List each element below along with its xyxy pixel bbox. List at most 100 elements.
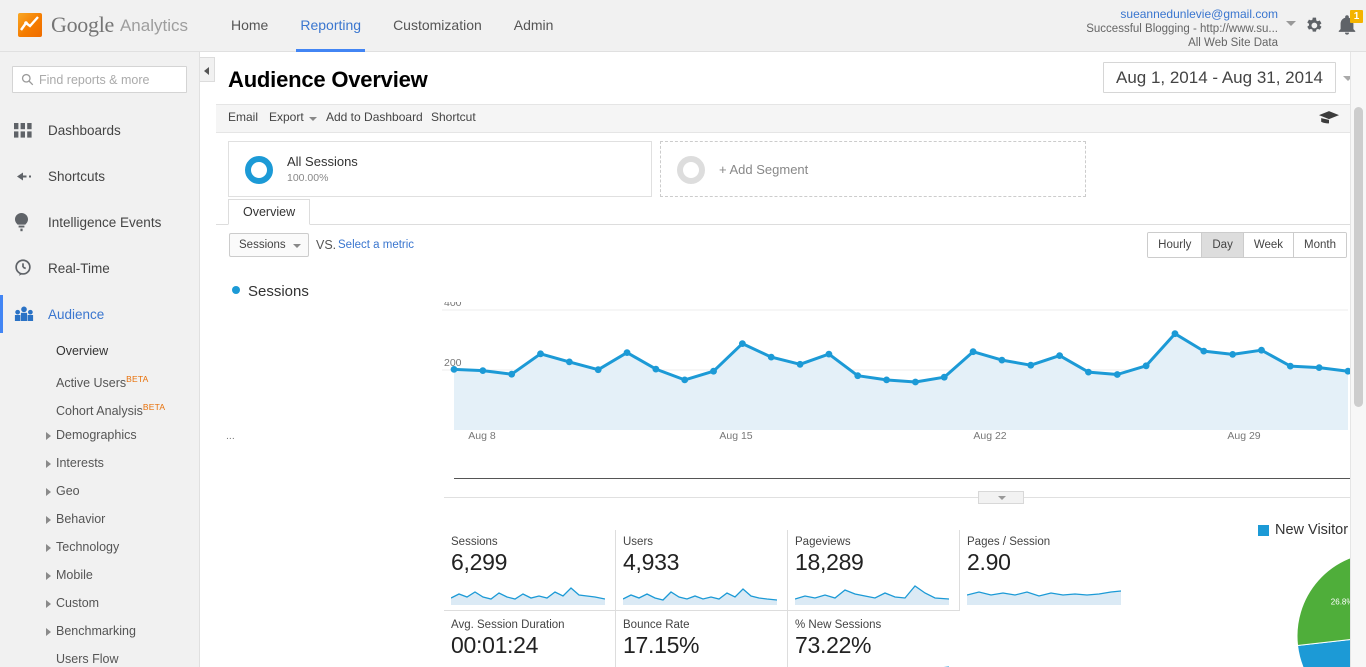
chevron-right-icon [46, 460, 51, 468]
sidebar-subitem-label: Custom [56, 596, 100, 610]
sidebar-subitem-geo[interactable]: Geo [0, 477, 199, 505]
nav-tab-admin[interactable]: Admin [498, 0, 570, 52]
export-button[interactable]: Export [269, 110, 304, 124]
main-nav: Home Reporting Customization Admin [215, 0, 569, 52]
page-scrollbar[interactable] [1350, 52, 1366, 667]
google-analytics-logo[interactable]: Google Analytics [18, 13, 188, 37]
account-email[interactable]: sueannedunlevie@gmail.com [1086, 8, 1278, 21]
metric-card-bounce-rate[interactable]: Bounce Rate 17.15% [616, 610, 788, 667]
metric-name: Bounce Rate [623, 619, 690, 631]
metric-cards: Sessions 6,299 Users 4,933 Pageviews 18,… [444, 530, 1244, 667]
sidebar-search-wrap [0, 52, 199, 93]
sparkline [623, 588, 777, 605]
chevron-down-icon[interactable] [309, 117, 317, 121]
sidebar-subitem-benchmarking[interactable]: Benchmarking [0, 617, 199, 645]
nav-tab-home[interactable]: Home [215, 0, 284, 52]
metric-card-percent-new-sessions[interactable]: % New Sessions 73.22% [788, 610, 960, 667]
chevron-down-icon[interactable] [1286, 21, 1296, 26]
granularity-day[interactable]: Day [1202, 233, 1244, 257]
sidebar-item-audience[interactable]: Audience [0, 291, 199, 337]
granularity-hourly[interactable]: Hourly [1148, 233, 1203, 257]
people-icon [14, 306, 48, 322]
analytics-logo-icon [18, 13, 42, 37]
svg-text:400: 400 [444, 302, 462, 309]
lightbulb-icon [14, 212, 48, 232]
metric-card-pageviews[interactable]: Pageviews 18,289 [788, 530, 960, 610]
sidebar-item-dashboards[interactable]: Dashboards [0, 107, 199, 153]
sidebar-item-intelligence-events[interactable]: Intelligence Events [0, 199, 199, 245]
notifications-bell-icon[interactable]: 1 [1336, 10, 1363, 40]
sessions-line-chart[interactable]: 200 400 [226, 297, 1356, 447]
sidebar-subitem-label: Behavior [56, 512, 106, 526]
sidebar-subitem-overview[interactable]: Overview [0, 337, 199, 365]
metric-card-row: Sessions 6,299 Users 4,933 Pageviews 18,… [444, 530, 1244, 610]
nav-tab-reporting[interactable]: Reporting [284, 0, 377, 52]
sidebar-item-label: Dashboards [48, 122, 121, 138]
date-range-picker[interactable]: Aug 1, 2014 - Aug 31, 2014 [1102, 62, 1336, 93]
chevron-right-icon [46, 516, 51, 524]
metric-select-value: Sessions [239, 239, 286, 251]
tab-overview[interactable]: Overview [228, 199, 311, 225]
nav-tab-customization[interactable]: Customization [377, 0, 498, 52]
sidebar-subitem-label: Demographics [56, 428, 137, 442]
metric-select[interactable]: Sessions [229, 233, 309, 257]
sidebar-subitem-cohort-analysis[interactable]: Cohort AnalysisBETA [0, 393, 199, 421]
sidebar-item-real-time[interactable]: Real-Time [0, 245, 199, 291]
action-bar: Email Export Add to Dashboard Shortcut [216, 105, 1366, 133]
metric-card-sessions[interactable]: Sessions 6,299 [444, 530, 616, 610]
select-a-metric-link[interactable]: Select a metric [338, 239, 414, 251]
sidebar-subitem-label: Benchmarking [56, 624, 136, 638]
sidebar-subitem-active-users[interactable]: Active UsersBETA [0, 365, 199, 393]
search-input[interactable] [39, 67, 182, 92]
metric-value: 4,933 [623, 549, 680, 575]
add-segment-button[interactable]: + Add Segment [660, 141, 1086, 197]
sidebar-subitem-custom[interactable]: Custom [0, 589, 199, 617]
sparkline [967, 590, 1121, 605]
email-button[interactable]: Email [228, 110, 258, 124]
sidebar-subitem-users-flow[interactable]: Users Flow [0, 645, 199, 667]
search-box[interactable] [12, 66, 187, 93]
brand-analytics: Analytics [119, 15, 188, 35]
segment-donut-empty-icon [677, 156, 705, 184]
sidebar-subitem-label: Users Flow [56, 652, 119, 666]
chevron-right-icon [46, 432, 51, 440]
chevron-down-icon [998, 496, 1006, 500]
sidebar-subitem-mobile[interactable]: Mobile [0, 561, 199, 589]
x-axis-tick: ... [226, 430, 235, 442]
account-switcher[interactable]: sueannedunlevie@gmail.com Successful Blo… [1086, 8, 1278, 50]
scrollbar-thumb[interactable] [1354, 107, 1363, 407]
sidebar-subitem-label: Mobile [56, 568, 93, 582]
sidebar-subitem-technology[interactable]: Technology [0, 533, 199, 561]
metric-control-bar: Sessions VS. Select a metric Hourly Day … [216, 225, 1366, 265]
legend-swatch-icon [1258, 524, 1269, 536]
sidebar-collapse-button[interactable] [200, 57, 215, 82]
metric-value: 00:01:24 [451, 632, 539, 658]
sidebar-subitem-label: Cohort Analysis [56, 404, 143, 419]
shortcut-button[interactable]: Shortcut [431, 110, 476, 124]
pie-legend-item-new-visitor[interactable]: New Visitor [1258, 522, 1348, 538]
sidebar-item-shortcuts[interactable]: Shortcuts [0, 153, 199, 199]
legend-label: New Visitor [1275, 522, 1349, 538]
metric-card-pages-per-session[interactable]: Pages / Session 2.90 [960, 530, 1132, 610]
gear-icon[interactable] [1303, 15, 1324, 39]
metric-card-users[interactable]: Users 4,933 [616, 530, 788, 610]
graduation-cap-icon[interactable] [1319, 111, 1339, 128]
add-to-dashboard-button[interactable]: Add to Dashboard [326, 110, 423, 124]
x-axis-tick: Aug 29 [1227, 430, 1261, 442]
sidebar-subitem-interests[interactable]: Interests [0, 449, 199, 477]
sidebar-subitem-behavior[interactable]: Behavior [0, 505, 199, 533]
chart-collapse-handle[interactable] [978, 491, 1024, 504]
metric-value: 2.90 [967, 549, 1011, 575]
new-vs-returning-pie-chart: New Visitor Returning Visitor 73.2%26.8% [1244, 518, 1366, 667]
segment-all-sessions[interactable]: All Sessions 100.00% [228, 141, 652, 197]
tab-strip: Overview [216, 199, 1366, 225]
sparkline [623, 662, 777, 667]
granularity-week[interactable]: Week [1243, 233, 1295, 257]
x-axis-tick: Aug 8 [468, 430, 496, 442]
metric-value: 6,299 [451, 549, 508, 575]
metric-card-avg-session-duration[interactable]: Avg. Session Duration 00:01:24 [444, 610, 616, 667]
metric-name: % New Sessions [795, 619, 882, 631]
sidebar-subitem-demographics[interactable]: Demographics [0, 421, 199, 449]
granularity-month[interactable]: Month [1294, 233, 1346, 257]
account-view: All Web Site Data [1188, 37, 1278, 49]
